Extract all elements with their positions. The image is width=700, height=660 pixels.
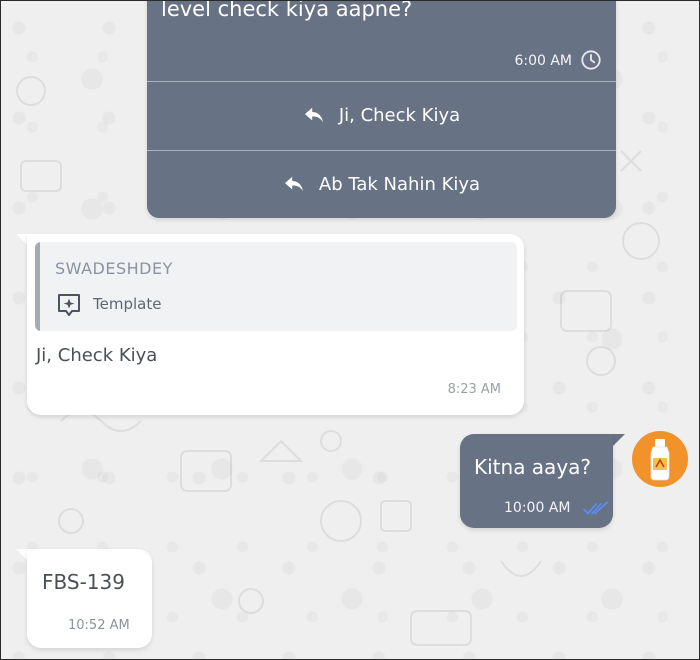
outgoing-message-bubble: Kitna aaya? 10:00 AM [460, 434, 613, 528]
clock-icon [581, 50, 601, 70]
message-text: Kitna aaya? [474, 455, 592, 479]
template-body-text: level check kiya aapne? [161, 0, 413, 21]
quick-reply-button-check-kiya[interactable]: Ji, Check Kiya [147, 82, 616, 148]
avatar[interactable] [632, 431, 688, 487]
incoming-message-bubble: SWADESHDEY Template Ji, Check Kiya 8:23 … [27, 234, 524, 415]
incoming-message-bubble: FBS-139 10:52 AM [27, 549, 152, 648]
quick-reply-button-nahin-kiya[interactable]: Ab Tak Nahin Kiya [147, 151, 616, 217]
quote-accent-bar [35, 242, 40, 331]
bottle-icon [650, 439, 670, 481]
quoted-sender-name: SWADESHDEY [55, 259, 173, 278]
quoted-type-label: Template [93, 295, 162, 313]
reply-icon [304, 107, 323, 123]
template-message-card: level check kiya aapne? 6:00 AM Ji, Chec… [147, 0, 616, 218]
double-check-icon [583, 501, 608, 515]
message-timestamp: 8:23 AM [447, 382, 501, 397]
message-text: Ji, Check Kiya [36, 345, 158, 366]
template-timestamp: 6:00 AM [514, 53, 572, 69]
chat-area: level check kiya aapne? 6:00 AM Ji, Chec… [0, 0, 700, 660]
quick-reply-label: Ab Tak Nahin Kiya [318, 173, 481, 195]
quoted-message[interactable]: SWADESHDEY Template [35, 242, 517, 331]
bubble-tail [613, 434, 625, 446]
message-text: FBS-139 [42, 570, 125, 594]
reply-icon [284, 176, 303, 192]
template-icon [58, 294, 80, 316]
quick-reply-label: Ji, Check Kiya [338, 104, 461, 126]
message-timestamp: 10:52 AM [68, 618, 130, 633]
message-timestamp: 10:00 AM [504, 500, 571, 516]
